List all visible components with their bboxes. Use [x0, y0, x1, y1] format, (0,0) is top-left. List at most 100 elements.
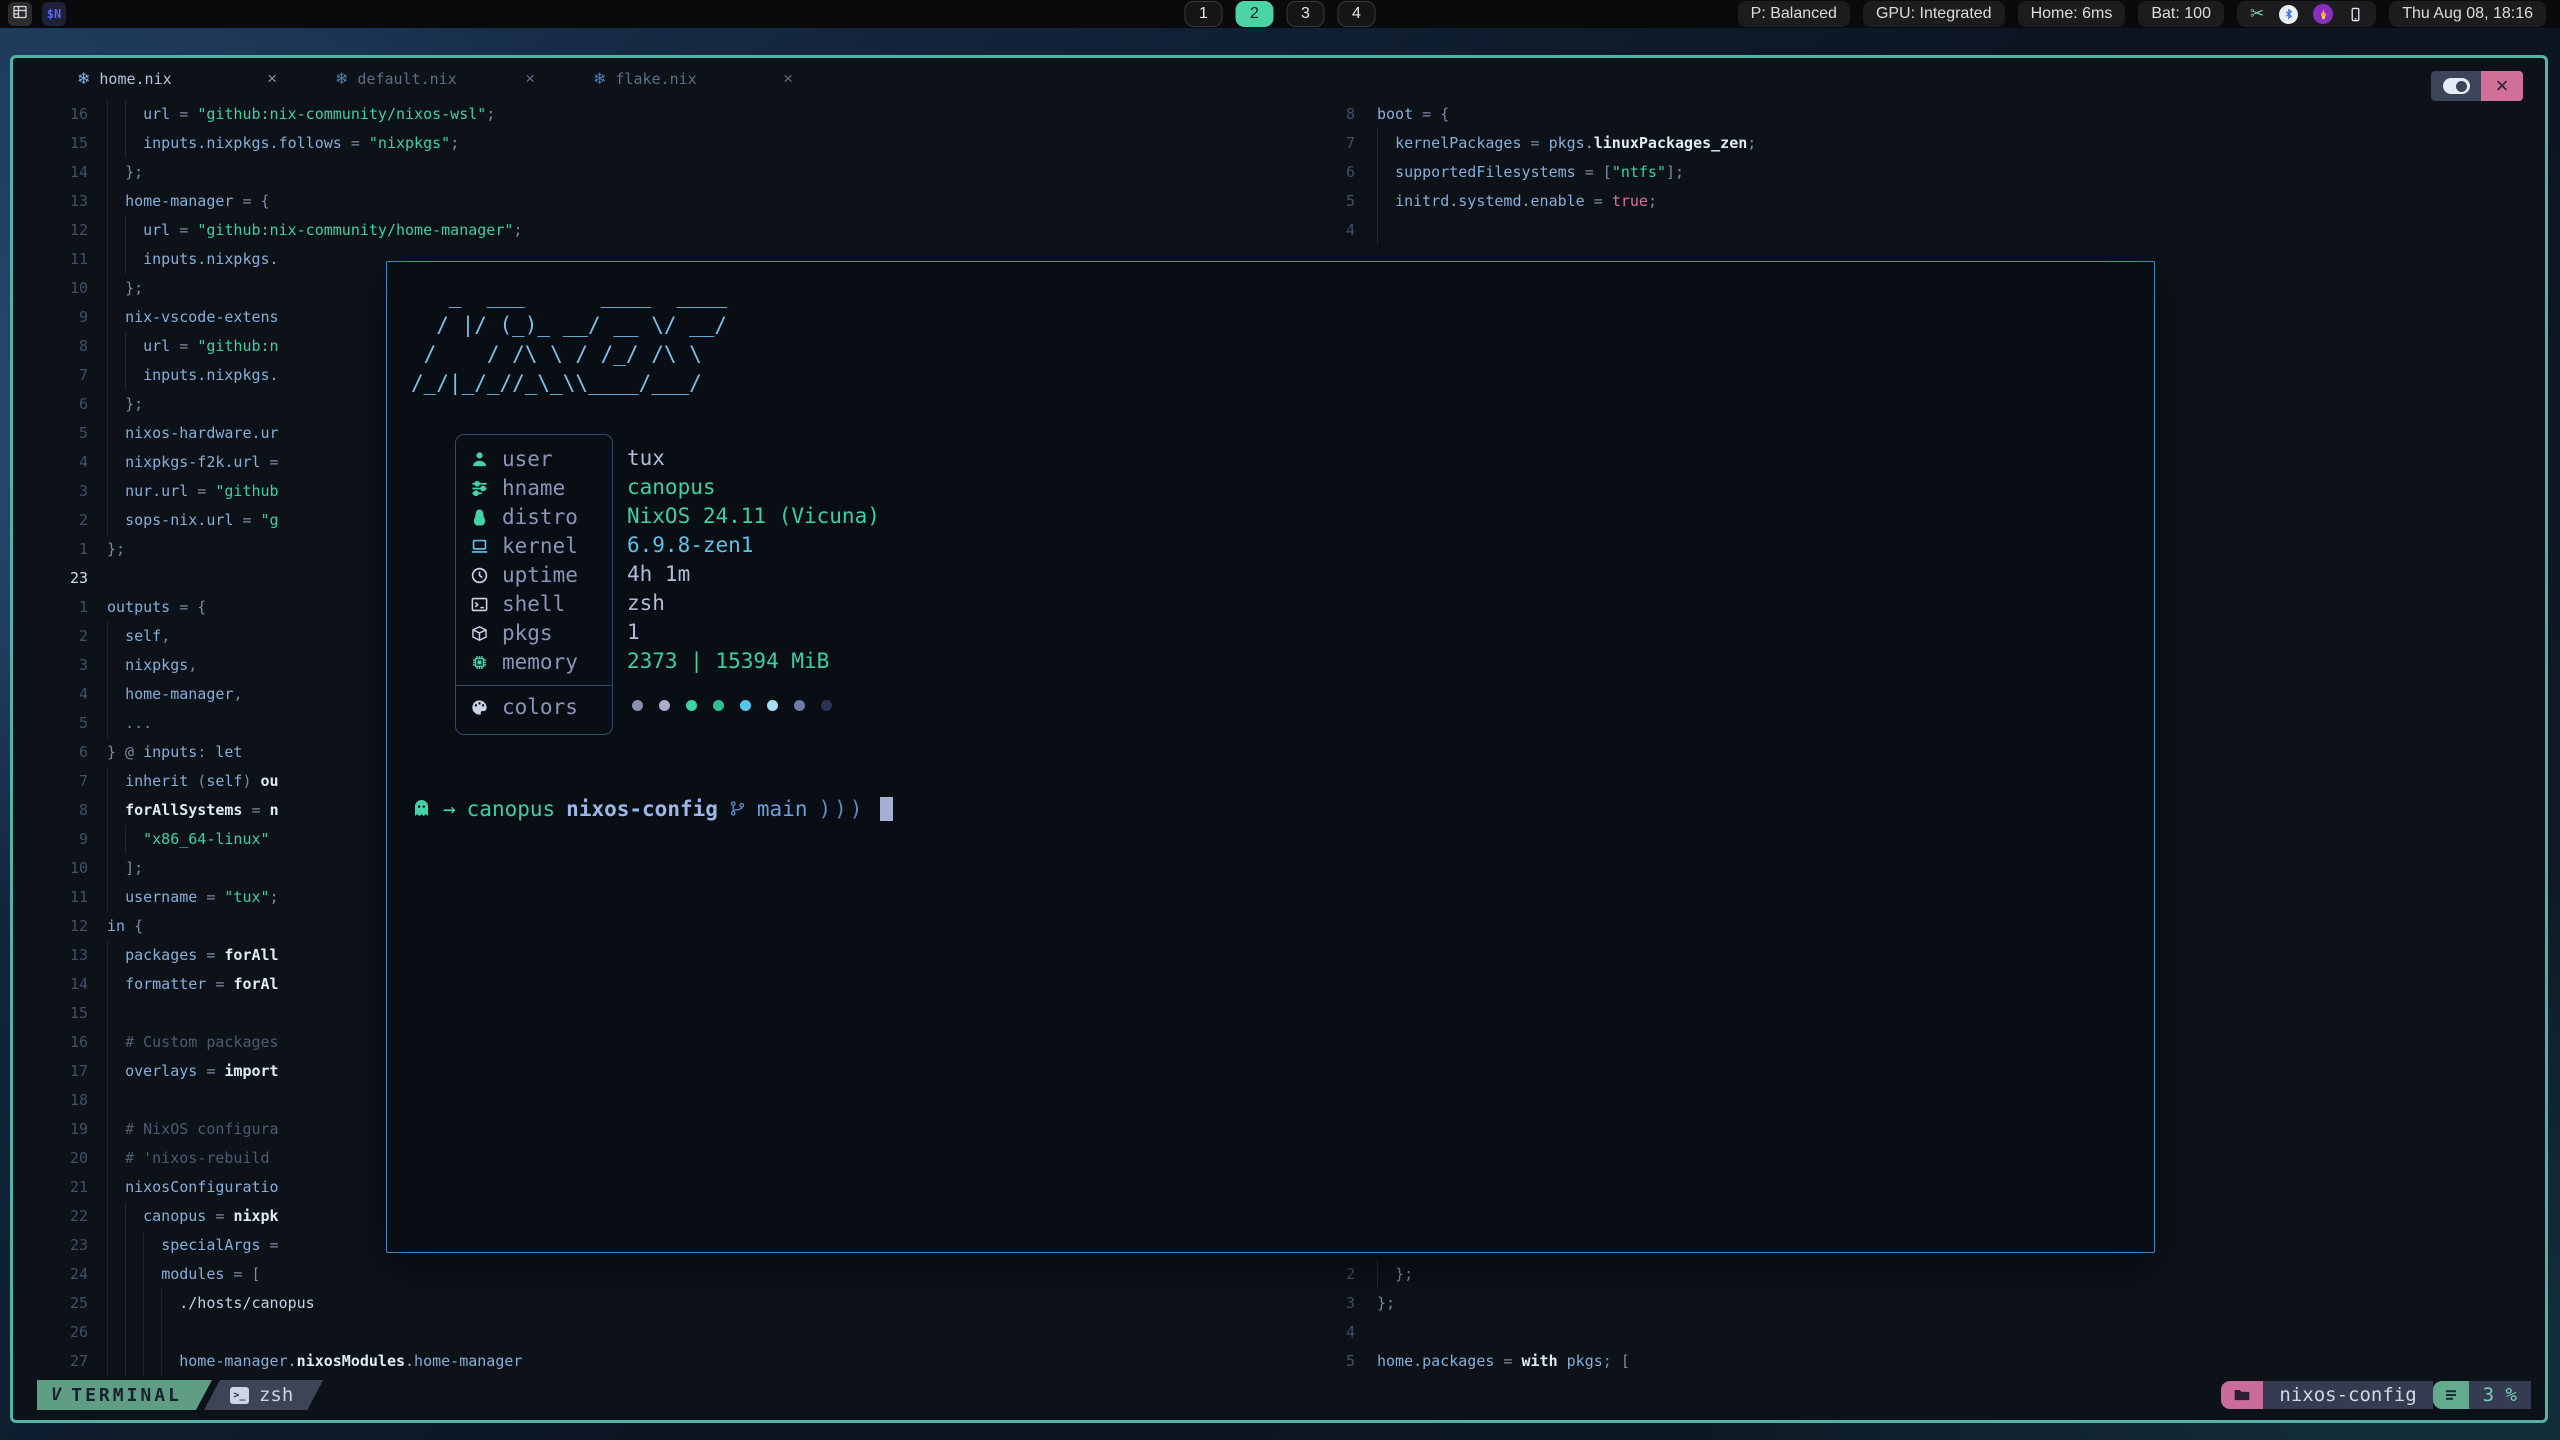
- tab-close-icon[interactable]: ×: [525, 69, 535, 89]
- clock[interactable]: Thu Aug 08, 18:16: [2389, 1, 2546, 27]
- tab-close-icon[interactable]: ×: [783, 69, 793, 89]
- code-line: 5 initrd.systemd.enable = true;: [1303, 187, 2545, 216]
- code-text: [107, 1086, 125, 1115]
- code-text: };: [107, 390, 143, 419]
- code-text: modules = [: [107, 1260, 261, 1289]
- code-text: canopus = nixpk: [107, 1202, 279, 1231]
- fetch-row-distro: distro: [456, 503, 612, 532]
- fetch-value-uptime: 4h 1m: [627, 560, 880, 589]
- fetch-row-user: user: [456, 445, 612, 474]
- code-line: 27 home-manager.nixosModules.home-manage…: [26, 1347, 1296, 1376]
- workspace-2[interactable]: 2: [1236, 1, 1274, 27]
- line-number: 4: [1303, 1318, 1355, 1347]
- penguin-icon: [470, 508, 502, 527]
- fetch-panel: userhnamedistrokerneluptimeshellpkgsmemo…: [455, 434, 880, 735]
- code-text: # Custom packages: [107, 1028, 279, 1057]
- status-pill-1[interactable]: GPU: Integrated: [1863, 1, 2005, 27]
- scissors-icon[interactable]: ✂: [2250, 4, 2264, 24]
- line-number: 5: [1303, 187, 1355, 216]
- line-number: 9: [26, 825, 88, 854]
- code-text: };: [107, 535, 125, 564]
- code-text: url = "github:nix-community/home-manager…: [107, 216, 522, 245]
- scroll-percent: 3 %: [2469, 1381, 2531, 1409]
- code-text: url = "github:nix-community/nixos-wsl";: [107, 100, 495, 129]
- color-dot: [659, 700, 670, 711]
- code-line: 4: [1303, 216, 2545, 245]
- line-number: 13: [26, 941, 88, 970]
- window-close-button[interactable]: ×: [2481, 71, 2523, 101]
- code-line: 3};: [1303, 1289, 2545, 1318]
- tab-default.nix[interactable]: ❄default.nix×: [301, 58, 559, 100]
- line-number: 25: [26, 1289, 88, 1318]
- tab-home.nix[interactable]: ❄home.nix×: [43, 58, 301, 100]
- code-text: overlays = import: [107, 1057, 279, 1086]
- toggle-button[interactable]: [2431, 71, 2481, 101]
- line-number: 3: [1303, 1289, 1355, 1318]
- tab-close-icon[interactable]: ×: [267, 69, 277, 89]
- close-icon: ×: [2496, 73, 2509, 99]
- fetch-row-pkgs: pkgs: [456, 619, 612, 648]
- repo-label: nixos-config: [2263, 1381, 2432, 1409]
- fetch-label: pkgs: [502, 619, 553, 648]
- code-line: 2 };: [1303, 1260, 2545, 1289]
- line-number: 22: [26, 1202, 88, 1231]
- topbar-status-area: P: Balanced GPU: Integrated Home: 6ms Bat: …: [1738, 1, 2546, 27]
- line-number: 17: [26, 1057, 88, 1086]
- code-text: inherit (self) ou: [107, 767, 279, 796]
- line-number: 20: [26, 1144, 88, 1173]
- line-number: 4: [1303, 216, 1355, 245]
- flame-icon[interactable]: [2313, 4, 2333, 24]
- code-line: 25 ./hosts/canopus: [26, 1289, 1296, 1318]
- fetch-value-hname: canopus: [627, 473, 880, 502]
- line-number: 3: [26, 651, 88, 680]
- line-number: 6: [26, 390, 88, 419]
- git-branch-icon: [729, 800, 746, 817]
- code-line: 6 supportedFilesystems = ["ntfs"];: [1303, 158, 2545, 187]
- fetch-value-shell: zsh: [627, 589, 880, 618]
- laptop-icon: [470, 537, 502, 556]
- fetch-value-pkgs: 1: [627, 618, 880, 647]
- terminal-color-dots: [627, 691, 880, 720]
- line-number: 8: [26, 332, 88, 361]
- code-text: "x86_64-linux": [107, 825, 270, 854]
- code-text: sops-nix.url = "g: [107, 506, 279, 535]
- nix-app-badge[interactable]: $N: [42, 2, 66, 26]
- phone-icon[interactable]: [2348, 7, 2363, 22]
- status-pill-0[interactable]: P: Balanced: [1738, 1, 1850, 27]
- workspace-3[interactable]: 3: [1287, 1, 1325, 27]
- status-pill-2[interactable]: Home: 6ms: [2018, 1, 2126, 27]
- code-text: [1377, 216, 1395, 245]
- code-text: ];: [107, 854, 143, 883]
- status-pill-3[interactable]: Bat: 100: [2138, 1, 2224, 27]
- code-text: nix-vscode-extens: [107, 303, 279, 332]
- line-number: 4: [26, 680, 88, 709]
- workspace-4[interactable]: 4: [1338, 1, 1376, 27]
- color-dot: [821, 700, 832, 711]
- prompt-chevrons: ))): [818, 797, 865, 821]
- line-number: 15: [26, 999, 88, 1028]
- line-number: 14: [26, 158, 88, 187]
- code-text: ...: [107, 709, 152, 738]
- palette-icon: [470, 698, 502, 717]
- code-text: home-manager = {: [107, 187, 270, 216]
- system-tray: ✂: [2237, 1, 2376, 27]
- code-text: };: [1377, 1289, 1395, 1318]
- line-number: 5: [1303, 1347, 1355, 1376]
- code-text: outputs = {: [107, 593, 206, 622]
- line-number: 10: [26, 854, 88, 883]
- code-text: supportedFilesystems = ["ntfs"];: [1377, 158, 1684, 187]
- bluetooth-icon[interactable]: [2279, 5, 2298, 24]
- app-launcher-button[interactable]: [8, 2, 32, 26]
- code-text: initrd.systemd.enable = true;: [1377, 187, 1657, 216]
- mode-icon: V: [51, 1385, 61, 1405]
- code-text: home-manager,: [107, 680, 242, 709]
- workspace-1[interactable]: 1: [1185, 1, 1223, 27]
- code-line: 12 url = "github:nix-community/home-mana…: [26, 216, 1296, 245]
- fetch-row-hname: hname: [456, 474, 612, 503]
- line-number: 11: [26, 883, 88, 912]
- tab-flake.nix[interactable]: ❄flake.nix×: [559, 58, 817, 100]
- code-text: username = "tux";: [107, 883, 279, 912]
- fetch-value-kernel: 6.9.8-zen1: [627, 531, 880, 560]
- floating-terminal[interactable]: _ ___ ____ ____ / |/ (_)_ __/ __ \/ __/ …: [386, 261, 2155, 1253]
- line-number: 6: [1303, 158, 1355, 187]
